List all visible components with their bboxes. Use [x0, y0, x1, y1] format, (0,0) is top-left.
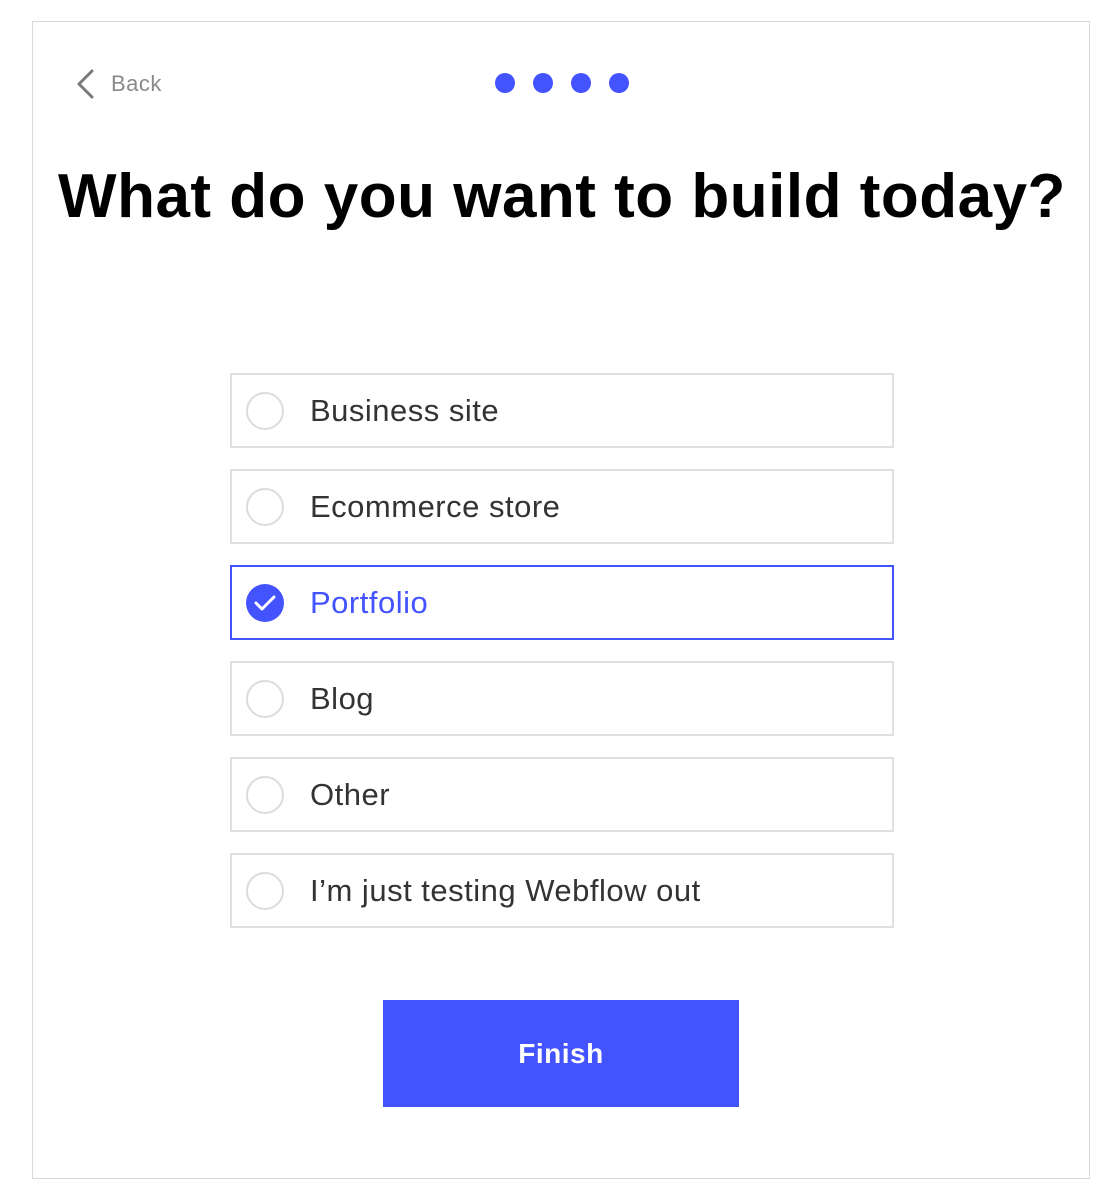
option-label: Portfolio [310, 584, 429, 620]
option-label: I’m just testing Webflow out [310, 872, 701, 908]
option-business-site[interactable]: Business site [230, 373, 894, 448]
option-label: Other [310, 776, 391, 812]
progress-dot-4 [609, 73, 629, 93]
option-label: Blog [310, 680, 375, 716]
option-portfolio[interactable]: Portfolio [230, 565, 894, 640]
option-list: Business site Ecommerce store Portfolio … [230, 373, 894, 949]
finish-button[interactable]: Finish [383, 1000, 739, 1107]
radio-unchecked-icon[interactable] [246, 775, 284, 814]
option-label: Ecommerce store [310, 488, 561, 524]
option-just-testing[interactable]: I’m just testing Webflow out [230, 853, 894, 928]
radio-unchecked-icon[interactable] [246, 871, 284, 910]
progress-dot-3 [571, 73, 591, 93]
checkmark-circle-icon[interactable] [246, 583, 284, 622]
progress-dots [495, 73, 629, 93]
radio-unchecked-icon[interactable] [246, 679, 284, 718]
progress-dot-2 [533, 73, 553, 93]
option-ecommerce-store[interactable]: Ecommerce store [230, 469, 894, 544]
option-blog[interactable]: Blog [230, 661, 894, 736]
back-label: Back [111, 71, 162, 96]
back-button[interactable]: Back [75, 66, 162, 102]
option-other[interactable]: Other [230, 757, 894, 832]
radio-unchecked-icon[interactable] [246, 391, 284, 430]
chevron-left-icon [75, 68, 95, 100]
progress-dot-1 [495, 73, 515, 93]
option-label: Business site [310, 392, 500, 428]
radio-unchecked-icon[interactable] [246, 487, 284, 526]
onboarding-card: Back What do you want to build today? Bu… [32, 21, 1090, 1179]
page-title: What do you want to build today? [58, 162, 1066, 231]
